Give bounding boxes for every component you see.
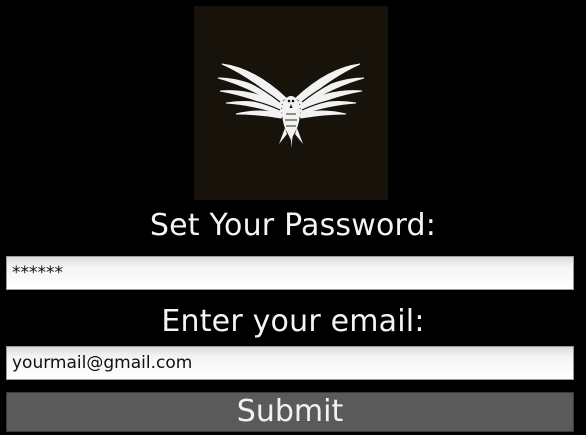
- password-field[interactable]: [6, 256, 574, 290]
- email-label: Enter your email:: [161, 304, 425, 339]
- eagle-icon: [217, 63, 365, 148]
- logo: [194, 6, 388, 200]
- email-field[interactable]: [6, 346, 574, 380]
- submit-button[interactable]: Submit: [6, 392, 574, 432]
- password-label: Set Your Password:: [149, 208, 437, 243]
